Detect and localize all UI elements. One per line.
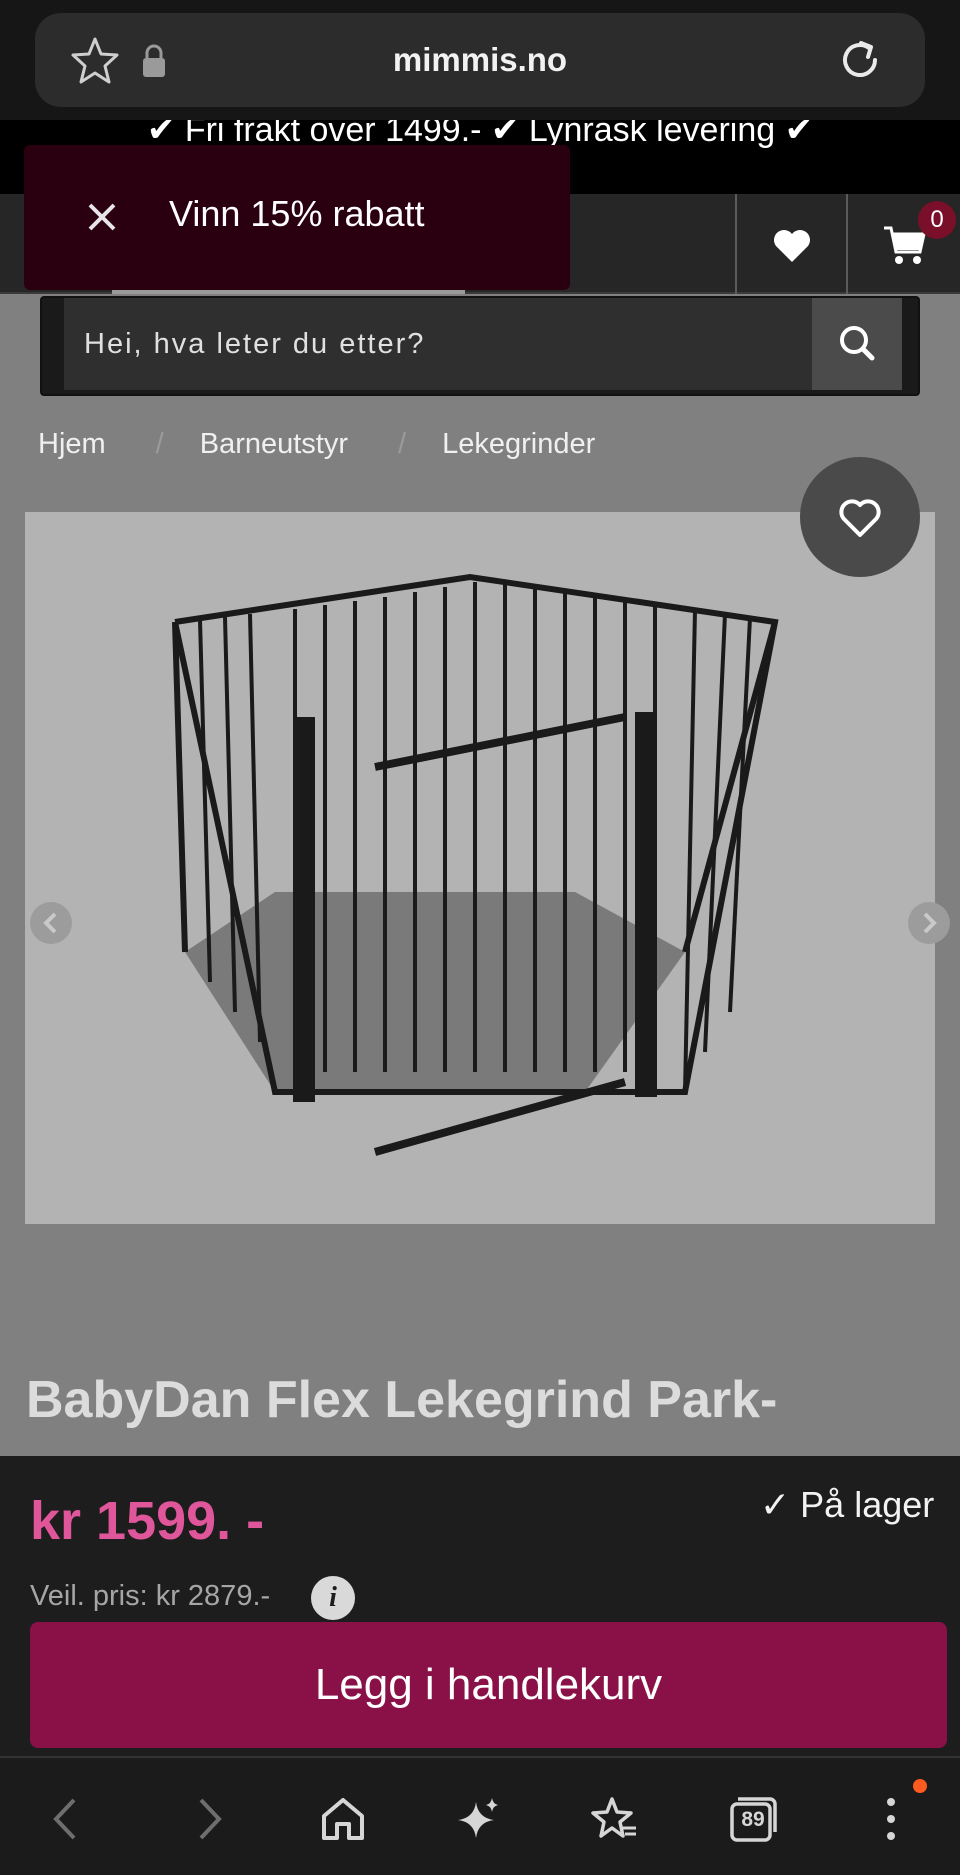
- browser-top-bar: mimmis.no: [0, 0, 960, 120]
- cart-count-badge: 0: [918, 201, 956, 239]
- stock-status: ✓ På lager: [760, 1484, 935, 1525]
- wishlist-heart-icon[interactable]: [768, 220, 816, 268]
- recommended-price: Veil. pris: kr 2879.-: [30, 1580, 271, 1612]
- lock-icon: [143, 44, 165, 77]
- nav-divider: [735, 194, 737, 294]
- browser-bottom-bar: 89: [0, 1756, 960, 1875]
- tabs-count: 89: [741, 1808, 765, 1831]
- back-icon[interactable]: [42, 1794, 92, 1844]
- discount-toast[interactable]: Vinn 15% rabatt: [24, 145, 570, 290]
- breadcrumb-separator: /: [155, 428, 164, 460]
- info-icon[interactable]: i: [311, 1576, 355, 1620]
- sparkle-icon[interactable]: [454, 1794, 504, 1844]
- chevron-left-icon: [43, 912, 57, 934]
- toast-label[interactable]: Vinn 15% rabatt: [169, 193, 425, 235]
- breadcrumb-separator: /: [398, 428, 407, 460]
- product-image[interactable]: [25, 512, 935, 1224]
- image-next-button[interactable]: [908, 902, 950, 944]
- close-icon[interactable]: [80, 195, 124, 239]
- playpen-image: [172, 573, 779, 1156]
- search-bar: [40, 296, 920, 396]
- search-icon: [840, 326, 875, 361]
- breadcrumb: Hjem / Barneutstyr / Lekegrinder: [38, 428, 595, 476]
- breadcrumb-item-lekegrinder[interactable]: Lekegrinder: [442, 428, 595, 461]
- heart-outline-icon: [839, 499, 881, 537]
- search-button[interactable]: [812, 298, 902, 390]
- home-icon[interactable]: [318, 1794, 368, 1844]
- image-prev-button[interactable]: [30, 902, 72, 944]
- tabs-button[interactable]: 89: [728, 1794, 778, 1844]
- nav-divider: [846, 194, 848, 294]
- address-bar[interactable]: mimmis.no: [35, 13, 925, 107]
- search-input[interactable]: [64, 298, 812, 390]
- forward-icon[interactable]: [183, 1794, 233, 1844]
- menu-notification-dot: [913, 1779, 927, 1793]
- add-to-cart-button[interactable]: Legg i handlekurv: [30, 1622, 947, 1748]
- menu-icon[interactable]: [866, 1794, 916, 1844]
- chevron-right-icon: [923, 912, 937, 934]
- product-title: BabyDan Flex Lekegrind Park-: [26, 1371, 778, 1429]
- breadcrumb-item-barneutstyr[interactable]: Barneutstyr: [200, 428, 348, 461]
- add-to-favorites-button[interactable]: [800, 457, 920, 577]
- bookmark-star-icon[interactable]: [69, 35, 121, 87]
- url-text[interactable]: mimmis.no: [35, 13, 925, 107]
- product-price: kr 1599. -: [30, 1491, 265, 1551]
- breadcrumb-item-home[interactable]: Hjem: [38, 428, 106, 461]
- reload-icon[interactable]: [835, 35, 885, 85]
- bookmarks-icon[interactable]: [590, 1794, 640, 1844]
